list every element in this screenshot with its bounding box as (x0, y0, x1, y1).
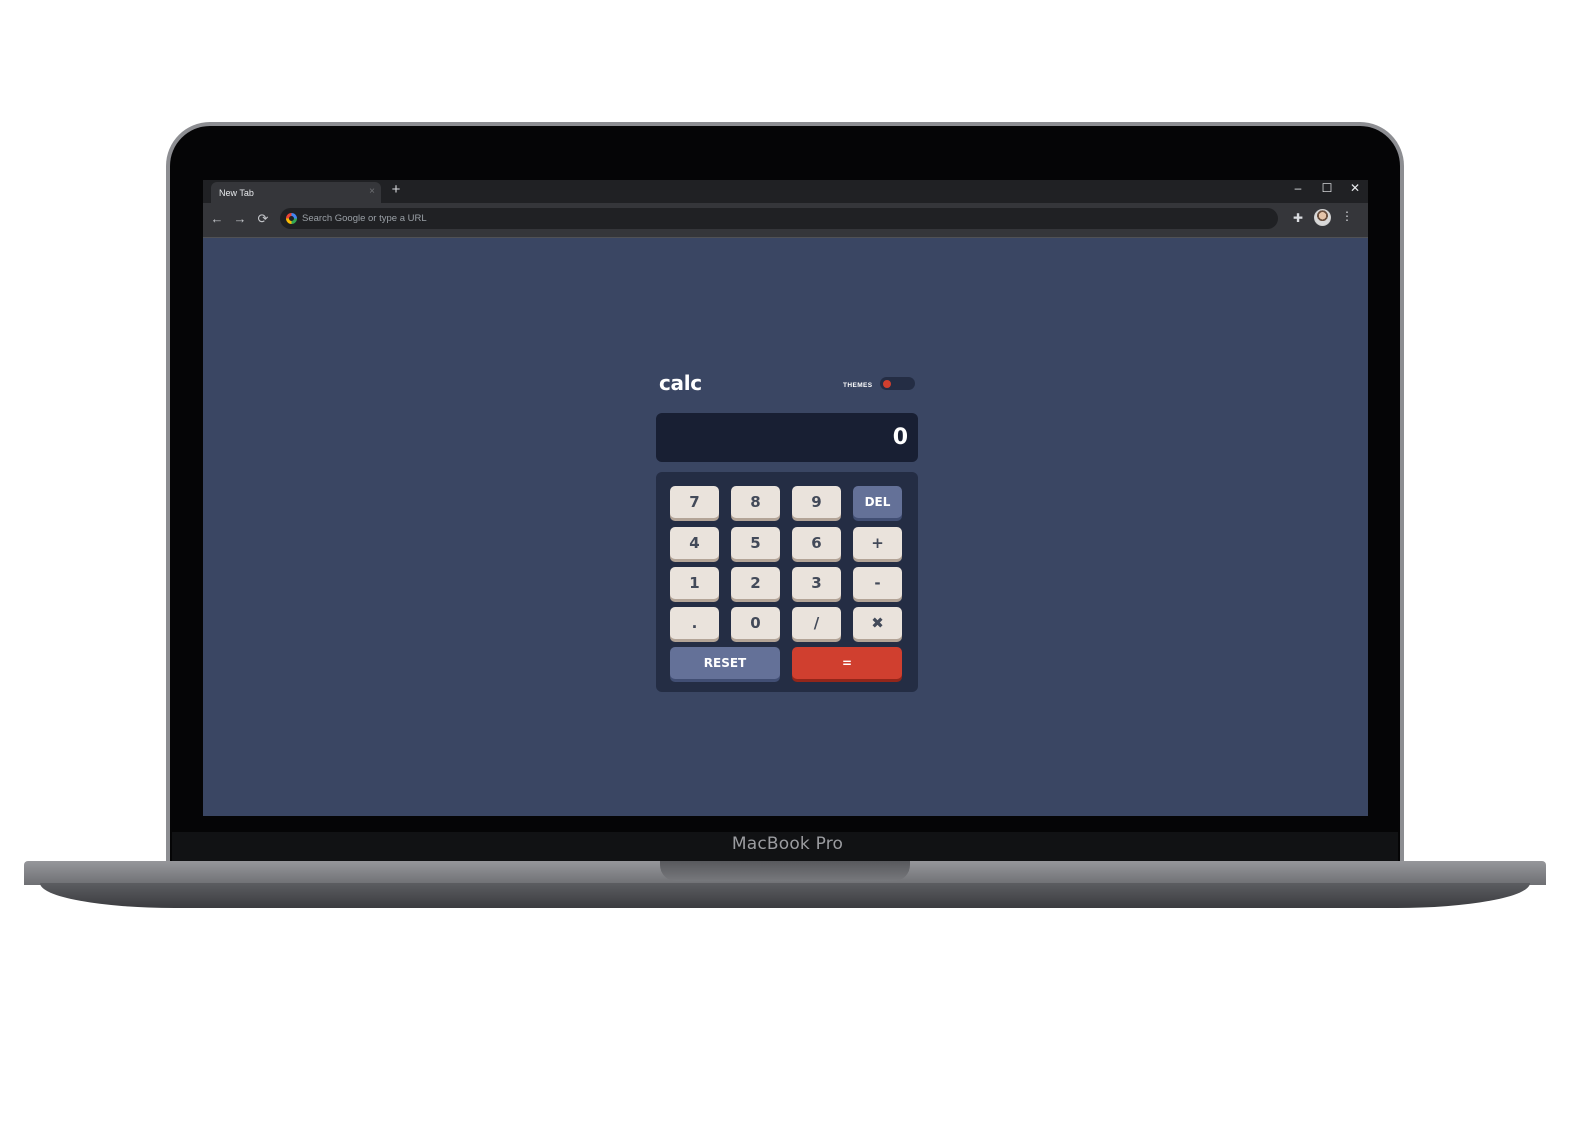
theme-toggle-knob[interactable] (883, 379, 891, 388)
new-tab-button[interactable]: + (388, 181, 404, 198)
laptop-notch (660, 861, 910, 881)
decimal-button[interactable]: . (670, 607, 719, 639)
reset-button[interactable]: RESET (670, 647, 780, 679)
forward-arrow-icon[interactable]: → (232, 211, 248, 226)
browser-tab[interactable]: New Tab × (211, 182, 381, 203)
address-bar-placeholder: Search Google or type a URL (302, 213, 427, 224)
profile-avatar[interactable] (1314, 209, 1331, 226)
themes-label: THEMES (843, 382, 873, 389)
address-bar[interactable]: Search Google or type a URL (280, 208, 1278, 229)
key-0[interactable]: 0 (731, 607, 780, 639)
calculator-display: 0 (656, 413, 918, 462)
key-2[interactable]: 2 (731, 567, 780, 599)
tab-close-icon[interactable]: × (369, 186, 375, 197)
minus-button[interactable]: - (853, 567, 902, 599)
calculator-logo: calc (659, 371, 702, 395)
calculator-app: calc THEMES 0 7 8 9 DEL 4 5 6 + 1 2 3 - … (656, 371, 918, 692)
key-4[interactable]: 4 (670, 527, 719, 559)
theme-toggle[interactable] (880, 377, 915, 390)
equals-button[interactable]: = (792, 647, 902, 679)
key-7[interactable]: 7 (670, 486, 719, 518)
back-arrow-icon[interactable]: ← (209, 211, 225, 226)
key-8[interactable]: 8 (731, 486, 780, 518)
key-3[interactable]: 3 (792, 567, 841, 599)
key-1[interactable]: 1 (670, 567, 719, 599)
delete-button[interactable]: DEL (853, 486, 902, 518)
divide-button[interactable]: / (792, 607, 841, 639)
tab-strip: New Tab × + – ☐ ✕ (203, 180, 1368, 203)
multiply-button[interactable]: ✖ (853, 607, 902, 639)
key-6[interactable]: 6 (792, 527, 841, 559)
laptop-base-bottom (40, 883, 1530, 908)
key-5[interactable]: 5 (731, 527, 780, 559)
display-value: 0 (892, 425, 908, 450)
key-9[interactable]: 9 (792, 486, 841, 518)
laptop-model-label: MacBook Pro (731, 834, 844, 854)
plus-button[interactable]: + (853, 527, 902, 559)
close-window-button[interactable]: ✕ (1345, 181, 1365, 195)
kebab-menu-icon[interactable]: ⋮ (1341, 209, 1353, 223)
browser-window: New Tab × + – ☐ ✕ ← → ⟳ Search Google or… (203, 180, 1368, 816)
keypad: 7 8 9 DEL 4 5 6 + 1 2 3 - . 0 / ✖ RESET … (656, 472, 918, 692)
tab-title: New Tab (219, 187, 254, 198)
calculator-header: calc THEMES (656, 371, 918, 413)
extensions-puzzle-icon[interactable]: ✚ (1293, 211, 1303, 225)
minimize-button[interactable]: – (1288, 181, 1308, 195)
maximize-button[interactable]: ☐ (1317, 181, 1337, 195)
google-icon (286, 213, 297, 224)
browser-toolbar: ← → ⟳ Search Google or type a URL ✚ ⋮ (203, 203, 1368, 238)
reload-icon[interactable]: ⟳ (255, 211, 271, 227)
